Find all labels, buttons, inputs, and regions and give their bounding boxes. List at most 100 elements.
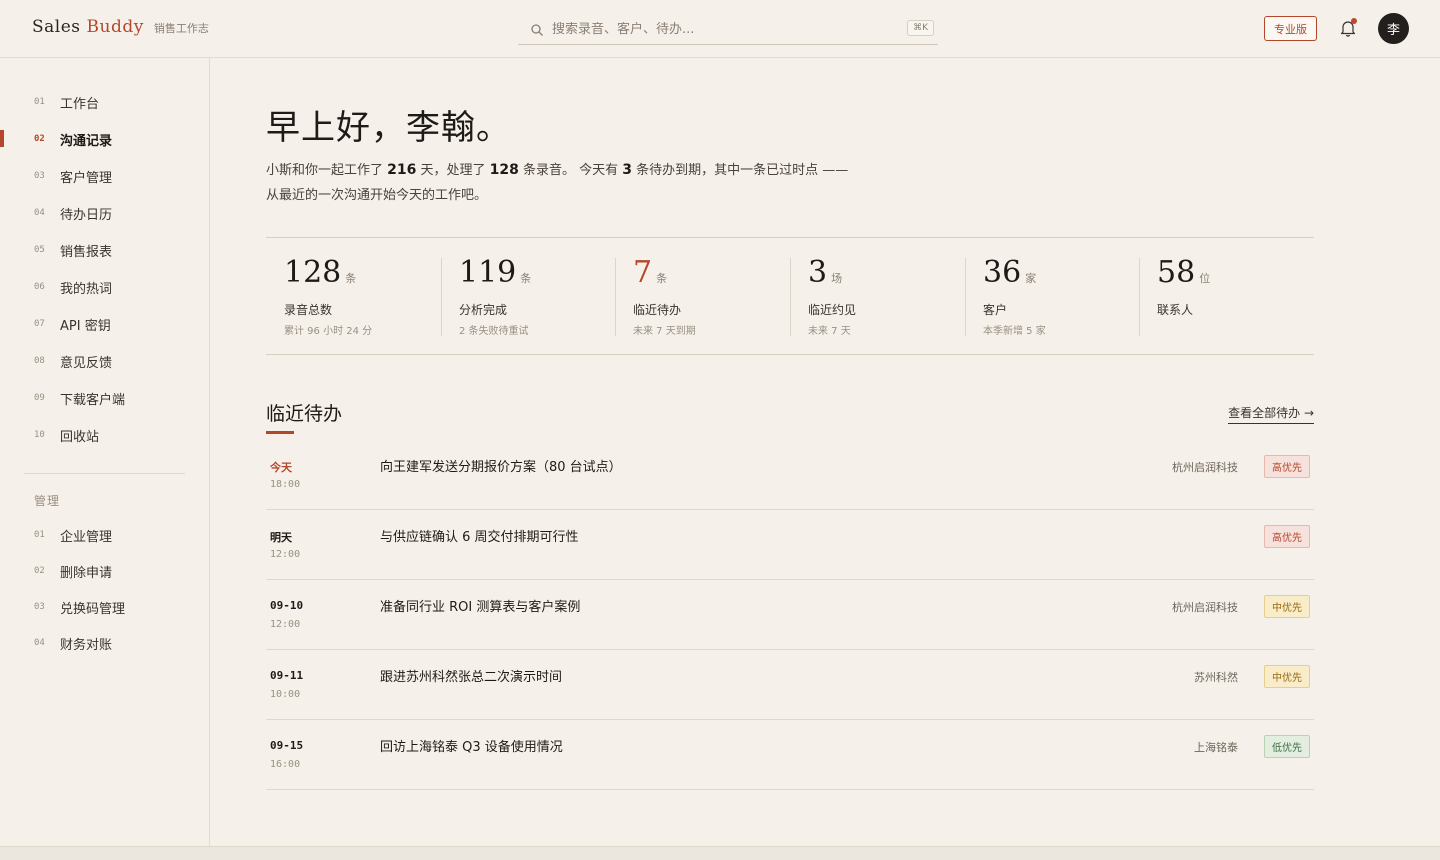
todo-day: 09-15: [270, 739, 304, 752]
stat-customers[interactable]: 36 家 客户 本季新增 5 家: [965, 238, 1140, 354]
stat-contacts[interactable]: 58 位 联系人: [1139, 238, 1314, 354]
stat-label: 联系人: [1157, 303, 1194, 317]
sidebar-divider: [24, 473, 185, 474]
todo-title: 跟进苏州科然张总二次演示时间: [380, 670, 563, 685]
intro-due-count: 3: [622, 162, 633, 178]
sidebar-item-label: 回收站: [60, 429, 100, 445]
intro-days: 216: [387, 162, 417, 178]
stat-unit: 条: [520, 272, 532, 285]
search-icon: [530, 22, 544, 36]
sidebar-item-label: 客户管理: [60, 170, 113, 186]
intro-recordings: 128: [489, 162, 519, 178]
sidebar-item-label: 销售报表: [60, 244, 113, 260]
user-avatar[interactable]: 李: [1378, 13, 1409, 44]
sidebar-item-customers[interactable]: 03 客户管理: [0, 161, 209, 191]
stat-value: 7: [633, 255, 653, 290]
sidebar-item-number: 02: [34, 134, 45, 144]
sidebar-item-number: 05: [34, 245, 45, 255]
sidebar-item-feedback[interactable]: 08 意见反馈: [0, 346, 209, 376]
todo-time: 16:00: [270, 759, 301, 770]
stat-sub: 未来 7 天到期: [633, 326, 696, 337]
todo-company: 杭州启润科技: [1172, 461, 1238, 474]
pro-version-button[interactable]: 专业版: [1264, 16, 1317, 41]
stat-sub: 未来 7 天: [808, 326, 851, 337]
sidebar-item-label: 意见反馈: [60, 355, 113, 371]
sidebar-item-number: 03: [34, 171, 45, 181]
sidebar-item-workbench[interactable]: 01 工作台: [0, 87, 209, 117]
stats-strip: 128 条 录音总数 累计 96 小时 24 分 119 条 分析完成 2 条失败待…: [266, 237, 1314, 355]
notification-bell-button[interactable]: [1338, 18, 1358, 38]
todo-company: 杭州启润科技: [1172, 601, 1238, 614]
todo-title: 向王建军发送分期报价方案（80 台试点）: [380, 460, 622, 475]
view-all-todos-link[interactable]: 查看全部待办 →: [1228, 404, 1314, 424]
sidebar-item-todo-calendar[interactable]: 04 待办日历: [0, 198, 209, 228]
priority-badge: 中优先: [1264, 665, 1310, 688]
sidebar-item-api-keys[interactable]: 07 API 密钥: [0, 309, 209, 339]
brand-name-sales: Sales: [32, 17, 81, 37]
greeting-title: 早上好，李翰。: [266, 108, 511, 148]
bottom-strip: [0, 846, 1440, 860]
todo-row[interactable]: 明天 12:00 与供应链确认 6 周交付排期可行性 高优先: [266, 510, 1314, 580]
stat-analyzed[interactable]: 119 条 分析完成 2 条失败待重试: [441, 238, 616, 354]
intro-fragment: 条待办到期，其中一条已过时点 ——: [632, 163, 849, 178]
sidebar-item-label: 删除申请: [60, 565, 113, 581]
priority-badge: 高优先: [1264, 455, 1310, 478]
sidebar-item-hot-words[interactable]: 06 我的热词: [0, 272, 209, 302]
stat-value: 36: [983, 255, 1022, 290]
stat-unit: 条: [345, 272, 357, 285]
todo-row[interactable]: 09-15 16:00 回访上海铭泰 Q3 设备使用情况 上海铭泰 低优先: [266, 720, 1314, 790]
stat-sub: 本季新增 5 家: [983, 326, 1046, 337]
stat-upcoming-todos[interactable]: 7条 临近待办 未来 7 天到期: [615, 238, 790, 354]
sidebar-item-number: 04: [34, 208, 45, 218]
stat-upcoming-meetings[interactable]: 3场 临近约见 未来 7 天: [790, 238, 965, 354]
stat-divider: [441, 258, 442, 336]
sidebar-item-deletion-requests[interactable]: 02 删除申请: [0, 556, 209, 586]
sidebar-item-label: 企业管理: [60, 529, 113, 545]
sidebar-item-sales-reports[interactable]: 05 销售报表: [0, 235, 209, 265]
stat-label: 临近约见: [808, 303, 857, 317]
sidebar-item-label: API 密钥: [60, 318, 111, 334]
intro-fragment: 小斯和你一起工作了: [266, 163, 388, 178]
sidebar-item-label: 我的热词: [60, 281, 113, 297]
todos-section-title: 临近待办: [266, 403, 343, 425]
stat-divider: [1139, 258, 1140, 336]
todo-title: 准备同行业 ROI 测算表与客户案例: [380, 600, 581, 615]
todo-day: 09-11: [270, 669, 304, 682]
priority-badge: 低优先: [1264, 735, 1310, 758]
sidebar-item-label: 兑换码管理: [60, 601, 126, 617]
sidebar-item-number: 10: [34, 430, 45, 440]
stat-value: 128: [284, 255, 342, 290]
intro-text: 小斯和你一起工作了 216 天，处理了 128 条录音。 今天有 3 条待办到期…: [266, 158, 906, 208]
sidebar-item-enterprise-management[interactable]: 01 企业管理: [0, 520, 209, 550]
todo-title: 与供应链确认 6 周交付排期可行性: [380, 530, 579, 545]
stat-divider: [790, 258, 791, 336]
stat-label: 分析完成: [459, 303, 508, 317]
stat-value: 119: [459, 255, 517, 290]
stat-label: 录音总数: [284, 303, 333, 317]
search-shortcut-badge: ⌘K: [907, 20, 934, 36]
sidebar-item-finance-reconciliation[interactable]: 04 财务对账: [0, 628, 209, 658]
sidebar-item-redeem-codes[interactable]: 03 兑换码管理: [0, 592, 209, 622]
sidebar-section-admin-title: 管理: [34, 494, 61, 508]
todo-row[interactable]: 今天 18:00 向王建军发送分期报价方案（80 台试点） 杭州启润科技 高优先: [266, 440, 1314, 510]
sidebar-item-communication-records[interactable]: 02 沟通记录: [0, 124, 209, 154]
todo-time: 12:00: [270, 619, 301, 630]
todo-row[interactable]: 09-10 12:00 准备同行业 ROI 测算表与客户案例 杭州启润科技 中优…: [266, 580, 1314, 650]
brand-logo[interactable]: Sales Buddy 销售工作志: [32, 17, 209, 37]
search-input[interactable]: [552, 21, 892, 37]
todo-day: 09-10: [270, 599, 304, 612]
sidebar-item-label: 待办日历: [60, 207, 113, 223]
sidebar-item-number: 02: [34, 566, 45, 576]
sidebar-item-download-client[interactable]: 09 下载客户端: [0, 383, 209, 413]
todo-title: 回访上海铭泰 Q3 设备使用情况: [380, 740, 563, 755]
stat-divider: [965, 258, 966, 336]
stat-recordings-total[interactable]: 128 条 录音总数 累计 96 小时 24 分: [266, 238, 441, 354]
stat-value: 58: [1157, 255, 1196, 290]
sidebar-item-recycle-bin[interactable]: 10 回收站: [0, 420, 209, 450]
stat-unit: 位: [1199, 272, 1211, 285]
todo-company: 苏州科然: [1194, 671, 1238, 684]
priority-badge: 中优先: [1264, 595, 1310, 618]
todo-time: 10:00: [270, 689, 301, 700]
sidebar-item-number: 03: [34, 602, 45, 612]
todo-row[interactable]: 09-11 10:00 跟进苏州科然张总二次演示时间 苏州科然 中优先: [266, 650, 1314, 720]
